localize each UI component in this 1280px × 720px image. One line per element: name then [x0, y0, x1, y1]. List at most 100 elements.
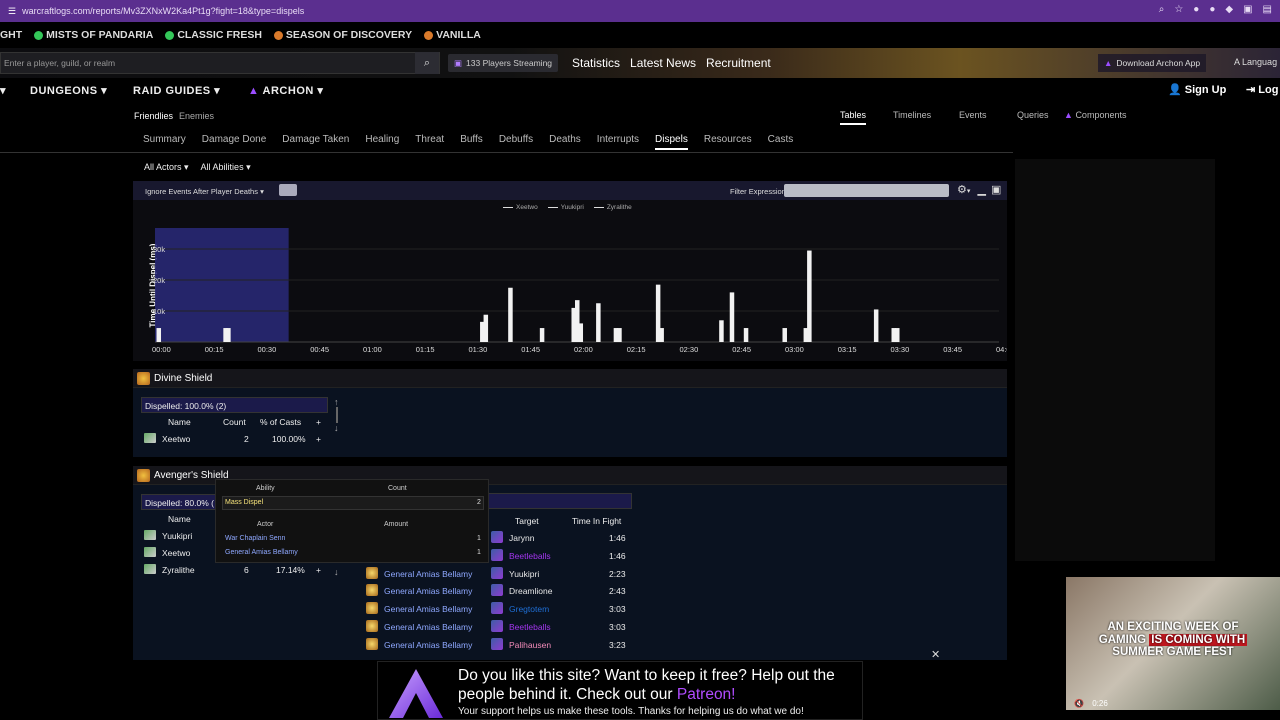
nav-dungeons[interactable]: DUNGEONS ▾ — [30, 84, 107, 97]
tab-dispels[interactable]: Dispels — [655, 134, 688, 150]
chart-bar[interactable] — [156, 328, 162, 342]
add-column-button[interactable]: + — [316, 417, 321, 427]
scroll-down-icon[interactable]: ↓ — [334, 423, 339, 433]
menu-chevron-icon[interactable]: ▾ — [0, 84, 6, 97]
table-row[interactable]: Xeetwo 2 100.00% + — [141, 430, 341, 447]
tab-buffs[interactable]: Buffs — [460, 134, 483, 150]
target-name[interactable]: Dreamlione — [509, 586, 552, 596]
enemies-tab[interactable]: Enemies — [179, 111, 214, 121]
chart-bar[interactable] — [578, 323, 584, 342]
tab-healing[interactable]: Healing — [365, 134, 399, 150]
expand-row-button[interactable]: + — [316, 565, 321, 575]
language-selector[interactable]: A Languag — [1234, 57, 1277, 67]
chart-bar[interactable] — [895, 328, 900, 342]
player-name[interactable]: Xeetwo — [162, 548, 190, 558]
tab-timelines[interactable]: Timelines — [893, 110, 931, 120]
extension-icon[interactable]: ◆ — [1225, 4, 1233, 15]
chart-bar[interactable] — [719, 320, 724, 342]
tab-events[interactable]: Events — [959, 110, 987, 120]
target-name[interactable]: Beetleballs — [509, 622, 551, 632]
tab-casts[interactable]: Casts — [768, 134, 794, 150]
address-bar[interactable]: ☰ warcraftlogs.com/reports/Mv3ZXNxW2Ka4P… — [8, 6, 304, 17]
nav-archon[interactable]: ▲ ARCHON ▾ — [248, 84, 323, 97]
chart-bar[interactable] — [596, 303, 601, 342]
source-name[interactable]: General Amias Bellamy — [384, 604, 472, 614]
version-link[interactable]: MISTS OF PANDARIA — [34, 29, 153, 41]
selection-range[interactable] — [155, 228, 289, 342]
tab-damage-taken[interactable]: Damage Taken — [282, 134, 349, 150]
chart-bar[interactable] — [508, 287, 513, 342]
version-link[interactable]: CLASSIC FRESH — [165, 29, 262, 41]
table-row[interactable]: General Amias Bellamy Yuukipri 2:23 — [362, 565, 632, 582]
chart-bar[interactable] — [782, 328, 787, 342]
source-name[interactable]: General Amias Bellamy — [384, 640, 472, 650]
tab-deaths[interactable]: Deaths — [549, 134, 581, 150]
player-name[interactable]: Zyralithe — [162, 565, 195, 575]
tab-tables[interactable]: Tables — [840, 110, 867, 125]
extension-icon[interactable]: ▤ — [1263, 4, 1272, 15]
scrollbar-track[interactable] — [336, 407, 339, 423]
chart-bar[interactable] — [483, 314, 489, 342]
target-name[interactable]: Jarynn — [509, 533, 535, 543]
latest-news-link[interactable]: Latest News — [630, 56, 696, 70]
extension-icon[interactable]: ▣ — [1243, 4, 1252, 15]
patreon-banner[interactable]: Do you like this site? Want to keep it f… — [377, 661, 863, 720]
login-button[interactable]: ⇥ Log — [1246, 83, 1278, 96]
version-link[interactable]: GHT — [0, 29, 22, 41]
tab-interrupts[interactable]: Interrupts — [597, 134, 639, 150]
table-row[interactable]: General Amias Bellamy Dreamlione 2:43 — [362, 582, 632, 599]
site-settings-icon[interactable]: ☰ — [8, 6, 16, 17]
chart-bar[interactable] — [873, 309, 879, 342]
chart-plot[interactable]: 10k 20k 30k 00:00 00:15 00:30 00:45 01:00 01:15 0… — [133, 181, 1007, 361]
table-row[interactable]: General Amias Bellamy Palihausen 3:23 — [362, 636, 632, 653]
bookmark-star-icon[interactable]: ☆ — [1174, 4, 1183, 15]
tab-components[interactable]: ▲ Components — [1064, 110, 1126, 120]
table-row[interactable]: Zyralithe 6 17.14% + — [141, 561, 341, 578]
recruitment-link[interactable]: Recruitment — [706, 56, 771, 70]
tab-summary[interactable]: Summary — [143, 134, 186, 150]
search-icon[interactable]: ⌕ — [415, 52, 439, 74]
target-name[interactable]: Gregtotem — [509, 604, 549, 614]
actors-filter-dropdown[interactable]: All Actors ▾ — [144, 162, 189, 173]
source-name[interactable]: General Amias Bellamy — [384, 586, 472, 596]
scroll-down-icon[interactable]: ↓ — [334, 567, 339, 577]
search-input[interactable]: Enter a player, guild, or realm — [1, 58, 415, 68]
video-ad[interactable]: AN EXCITING WEEK OF GAMING IS COMING WIT… — [1066, 577, 1280, 710]
table-row[interactable]: General Amias Bellamy Beetleballs 3:03 — [362, 618, 632, 635]
tab-damage-done[interactable]: Damage Done — [202, 134, 266, 150]
player-name[interactable]: Xeetwo — [162, 434, 190, 444]
sign-up-button[interactable]: 👤 Sign Up — [1168, 83, 1226, 96]
target-name[interactable]: Yuukipri — [509, 569, 539, 579]
zoom-icon[interactable]: ⌕ — [1159, 4, 1165, 15]
abilities-filter-dropdown[interactable]: All Abilities ▾ — [201, 162, 251, 173]
chart-bar[interactable] — [659, 328, 664, 342]
scroll-up-icon[interactable]: ↑ — [334, 397, 339, 407]
version-link[interactable]: SEASON OF DISCOVERY — [273, 29, 412, 41]
mute-icon[interactable]: 🔇 — [1074, 699, 1084, 708]
patreon-link[interactable]: Patreon! — [677, 686, 736, 703]
target-name[interactable]: Palihausen — [509, 640, 551, 650]
chart-bar[interactable] — [729, 292, 735, 342]
chart-bar[interactable] — [539, 328, 545, 342]
chart-bar[interactable] — [743, 328, 749, 342]
chart-bar[interactable] — [617, 328, 622, 342]
version-link[interactable]: VANILLA — [424, 29, 481, 41]
source-name[interactable]: General Amias Bellamy — [384, 569, 472, 579]
extension-icon[interactable]: ● — [1193, 4, 1199, 15]
source-name[interactable]: General Amias Bellamy — [384, 622, 472, 632]
tab-queries[interactable]: Queries — [1017, 110, 1049, 120]
friendlies-tab[interactable]: Friendlies — [134, 111, 173, 121]
tab-debuffs[interactable]: Debuffs — [499, 134, 533, 150]
close-icon[interactable]: ✕ — [931, 648, 940, 661]
target-name[interactable]: Beetleballs — [509, 551, 551, 561]
nav-raid-guides[interactable]: RAID GUIDES ▾ — [133, 84, 220, 97]
table-row[interactable]: General Amias Bellamy Gregtotem 3:03 — [362, 600, 632, 617]
chart-bar[interactable] — [226, 328, 231, 342]
chart-bar[interactable] — [807, 250, 812, 342]
expand-row-button[interactable]: + — [316, 434, 321, 444]
download-archon-app-button[interactable]: ▲ Download Archon App — [1098, 54, 1207, 72]
player-name[interactable]: Yuukipri — [162, 531, 192, 541]
tab-resources[interactable]: Resources — [704, 134, 752, 150]
tab-threat[interactable]: Threat — [415, 134, 444, 150]
streaming-button[interactable]: ▣ 133 Players Streaming — [448, 54, 559, 72]
